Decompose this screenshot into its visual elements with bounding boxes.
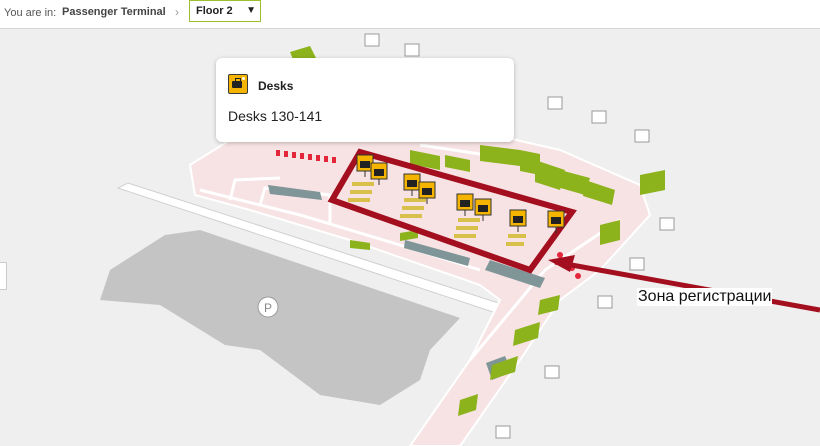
side-panel-handle[interactable] xyxy=(0,262,7,290)
gate-plane-icon xyxy=(634,129,650,143)
parking-label: P xyxy=(264,301,272,315)
floor-select[interactable]: Floor 2 ▼ xyxy=(189,0,261,22)
gate-plane-icon xyxy=(364,33,380,47)
gate-plane-icon xyxy=(629,257,645,271)
checkin-zone-annotation: Зона регистрации xyxy=(637,288,773,306)
gate-plane-icon xyxy=(495,425,511,439)
breadcrumb-location[interactable]: Passenger Terminal xyxy=(62,6,166,18)
breadcrumb-separator: › xyxy=(175,5,179,19)
gate-plane-icon xyxy=(544,365,560,379)
gate-plane-icon xyxy=(597,295,613,309)
popup-title: Desks xyxy=(258,79,294,93)
checkin-desk-icon xyxy=(228,74,248,94)
gate-plane-icon xyxy=(591,110,607,124)
floor-select-value: Floor 2 xyxy=(196,5,233,17)
chevron-down-icon: ▼ xyxy=(246,5,256,16)
gate-plane-icon xyxy=(659,217,675,231)
popup-body: Desks 130-141 xyxy=(228,108,323,124)
top-bar: You are in: Passenger Terminal › Floor 2… xyxy=(0,0,820,29)
gate-plane-icon xyxy=(547,96,563,110)
breadcrumb-label: You are in: xyxy=(4,7,57,19)
gate-plane-icon xyxy=(404,43,420,57)
location-popup[interactable]: Desks Desks 130-141 xyxy=(216,58,514,142)
